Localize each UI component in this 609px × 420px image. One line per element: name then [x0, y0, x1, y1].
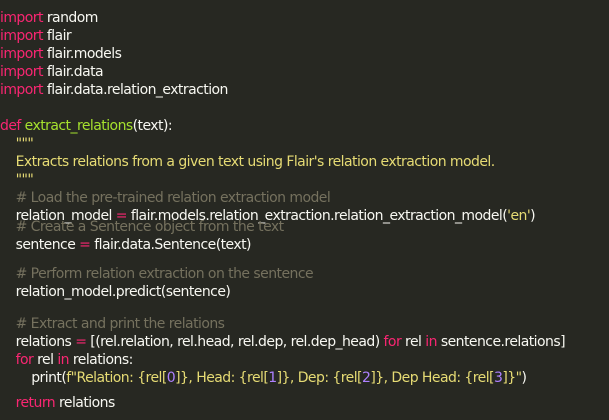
code-line-comment-predict: # Perform relation extraction on the sen… — [0, 265, 314, 283]
keyword-in: in — [57, 352, 69, 368]
string-literal: f"Relation: {rel[ — [66, 370, 167, 386]
comment: # Perform relation extraction on the sen… — [0, 266, 314, 282]
code-token: relations — [55, 395, 115, 411]
code-line-comment-load: # Load the pre-trained relation extracti… — [0, 189, 331, 207]
code-token: .predict(sentence) — [111, 284, 231, 300]
number-literal: 1 — [268, 370, 277, 386]
comment: # Load the pre-trained relation extracti… — [0, 190, 331, 206]
keyword-import: import — [0, 46, 43, 62]
code-line-import-flair: import flair — [0, 27, 72, 45]
code-token: .Sentence(text) — [150, 237, 252, 253]
code-token: .dep, rel — [254, 334, 307, 350]
module-name: flair — [42, 28, 72, 44]
module-name: flair.data — [42, 64, 104, 80]
code-token: .dep_head) — [306, 334, 384, 350]
code-line-import-flair-models: import flair.models — [0, 45, 122, 63]
code-token: sentence — [0, 237, 80, 253]
keyword-for: for — [0, 352, 34, 368]
string-literal: ]}, Dep Head: {rel[ — [370, 370, 494, 386]
code-line-for-loop: for rel in relations: — [0, 351, 134, 369]
code-token: .relations] — [500, 334, 566, 350]
comment: # Create a Sentence object from the text — [0, 219, 285, 235]
keyword-import: import — [0, 82, 43, 98]
code-token: rel — [401, 334, 426, 350]
function-name: extract_relations — [20, 118, 134, 134]
code-token: .head, rel — [193, 334, 255, 350]
code-token: .relation, rel — [116, 334, 194, 350]
code-line-comment-extract: # Extract and print the relations — [0, 315, 225, 333]
code-token: .data — [117, 237, 151, 253]
module-name: random — [42, 10, 99, 26]
code-token: sentence — [436, 334, 501, 350]
comment: # Extract and print the relations — [0, 316, 225, 332]
keyword-import: import — [0, 28, 43, 44]
code-line-comment-sentence: # Create a Sentence object from the text — [0, 218, 285, 236]
code-line-import-relation-extraction: import flair.data.relation_extraction — [0, 81, 228, 99]
code-token: .relation_extraction_model( — [330, 208, 508, 224]
code-token: relations: — [68, 352, 133, 368]
string-literal: ]}" — [502, 370, 522, 386]
code-line-import-random: import random — [0, 9, 98, 27]
keyword-import: import — [0, 64, 43, 80]
keyword-def: def — [0, 118, 21, 134]
module-name: flair.models — [42, 46, 122, 62]
keyword-import: import — [0, 10, 43, 26]
docstring: Extracts relations from a given text usi… — [0, 154, 496, 170]
function-params: (text): — [132, 118, 173, 134]
code-line-print: print(f"Relation: {rel[0]}, Head: {rel[1… — [0, 369, 527, 387]
module-name: flair.data.relation_extraction — [42, 82, 229, 98]
number-literal: 0 — [166, 370, 176, 386]
code-line-docstring-open: """ — [0, 135, 34, 153]
code-token: ) — [521, 370, 527, 386]
code-line-import-flair-data: import flair.data — [0, 63, 104, 81]
string-literal: ]}, Head: {rel[ — [175, 370, 269, 386]
docstring: """ — [0, 136, 34, 152]
code-token: [(rel — [86, 334, 117, 350]
code-token: flair — [90, 237, 118, 253]
code-line-return: return relations — [0, 394, 116, 412]
code-token: relations — [0, 334, 76, 350]
code-token: relation_model — [0, 284, 113, 300]
operator: = — [75, 334, 87, 350]
code-token: rel — [33, 352, 58, 368]
code-line-sentence: sentence = flair.data.Sentence(text) — [0, 236, 252, 254]
keyword-return: return — [0, 395, 56, 411]
docstring: """ — [0, 172, 34, 188]
code-line-docstring-close: """ — [0, 171, 34, 189]
code-line-predict: relation_model.predict(sentence) — [0, 283, 231, 301]
string-literal: ]}, Dep: {rel[ — [276, 370, 363, 386]
code-token: ) — [530, 208, 536, 224]
code-token: print( — [0, 370, 67, 386]
code-line-relations: relations = [(rel.relation, rel.head, re… — [0, 333, 566, 351]
keyword-in: in — [425, 334, 437, 350]
code-editor[interactable]: import random import flair import flair.… — [0, 0, 609, 420]
code-line-docstring-text: Extracts relations from a given text usi… — [0, 153, 496, 171]
keyword-for: for — [383, 334, 402, 350]
operator: = — [79, 237, 91, 253]
string-literal: 'en' — [507, 208, 531, 224]
code-line-def: def extract_relations(text): — [0, 117, 173, 135]
